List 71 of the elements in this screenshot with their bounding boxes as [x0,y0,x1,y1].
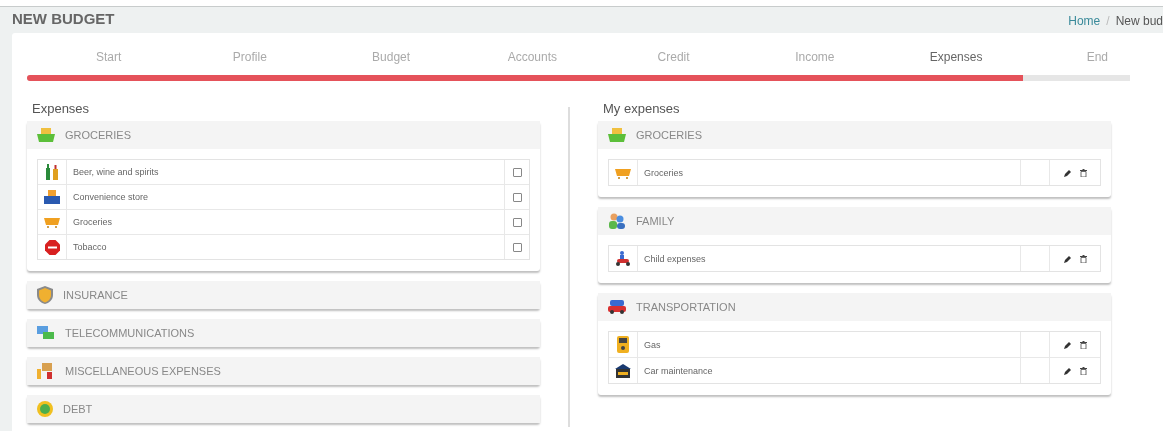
trash-icon [1079,340,1087,349]
trash-icon [1079,168,1087,177]
section-title: My expenses [602,101,681,118]
delete-button[interactable] [1079,168,1087,177]
category-name: FAMILY [636,215,675,227]
wizard-step[interactable]: Start [38,45,180,69]
item-name: Child expenses [643,252,707,266]
delete-button[interactable] [1079,366,1087,375]
item-name: Groceries [643,166,684,180]
category-icon [608,128,626,142]
category-header[interactable]: INSURANCE [27,281,540,309]
category-icon [608,213,626,229]
item-icon [44,216,60,228]
item-icon [44,239,60,255]
delete-button[interactable] [1079,254,1087,263]
category-name: GROCERIES [65,129,131,141]
wizard-step[interactable]: Profile [179,45,321,69]
trash-icon [1079,254,1087,263]
delete-button[interactable] [1079,340,1087,349]
category-icon [608,300,626,314]
category-header[interactable]: DEBT [27,395,540,423]
item-name: Gas [643,338,662,352]
category-icon [37,286,53,304]
category-name: INSURANCE [63,289,128,301]
category-icon [37,326,55,340]
item-checkbox[interactable] [512,192,522,202]
item-icon [44,190,60,204]
wizard-step[interactable]: Income [744,45,886,69]
item-icon [615,251,631,266]
item-icon [617,336,629,353]
item-name: Car maintenance [643,364,714,378]
wizard-step[interactable]: End [1026,45,1163,69]
item-checkbox[interactable] [512,242,522,252]
pencil-icon [1063,366,1072,375]
wizard-step[interactable]: Credit [603,45,745,69]
category-header[interactable]: MISCELLANEOUS EXPENSES [27,357,540,385]
category-icon [37,128,55,142]
item-checkbox[interactable] [512,167,522,177]
wizard-step[interactable]: Expenses [885,45,1027,69]
edit-button[interactable] [1063,168,1072,177]
category-name: GROCERIES [636,129,702,141]
category-name: TELECOMMUNICATIONS [65,327,195,339]
breadcrumb-current: New bud [1115,14,1163,28]
section-title: Expenses [31,101,91,118]
pencil-icon [1063,168,1072,177]
item-icon [615,363,631,378]
category-name: DEBT [63,403,93,415]
category-name: MISCELLANEOUS EXPENSES [65,365,221,377]
edit-button[interactable] [1063,254,1072,263]
edit-button[interactable] [1063,340,1072,349]
item-name: Convenience store [72,191,150,204]
wizard-step[interactable]: Accounts [461,45,603,69]
category-header[interactable]: GROCERIES [27,121,540,149]
category-header[interactable]: TELECOMMUNICATIONS [27,319,540,347]
category-icon [37,363,55,379]
breadcrumb-link[interactable]: Home [1068,14,1101,28]
item-icon [45,164,59,180]
item-icon [615,166,631,179]
item-name: Groceries [72,216,113,229]
wizard-step[interactable]: Budget [320,45,462,69]
category-icon [37,401,53,417]
item-name: Tobacco [72,241,108,254]
pencil-icon [1063,340,1072,349]
pencil-icon [1063,254,1072,263]
item-name: Beer, wine and spirits [72,166,160,179]
breadcrumb-separator: / [1106,14,1110,28]
edit-button[interactable] [1063,366,1072,375]
trash-icon [1079,366,1087,375]
category-name: TRANSPORTATION [636,301,736,313]
page-title: NEW BUDGET [12,9,115,27]
item-checkbox[interactable] [512,217,522,227]
